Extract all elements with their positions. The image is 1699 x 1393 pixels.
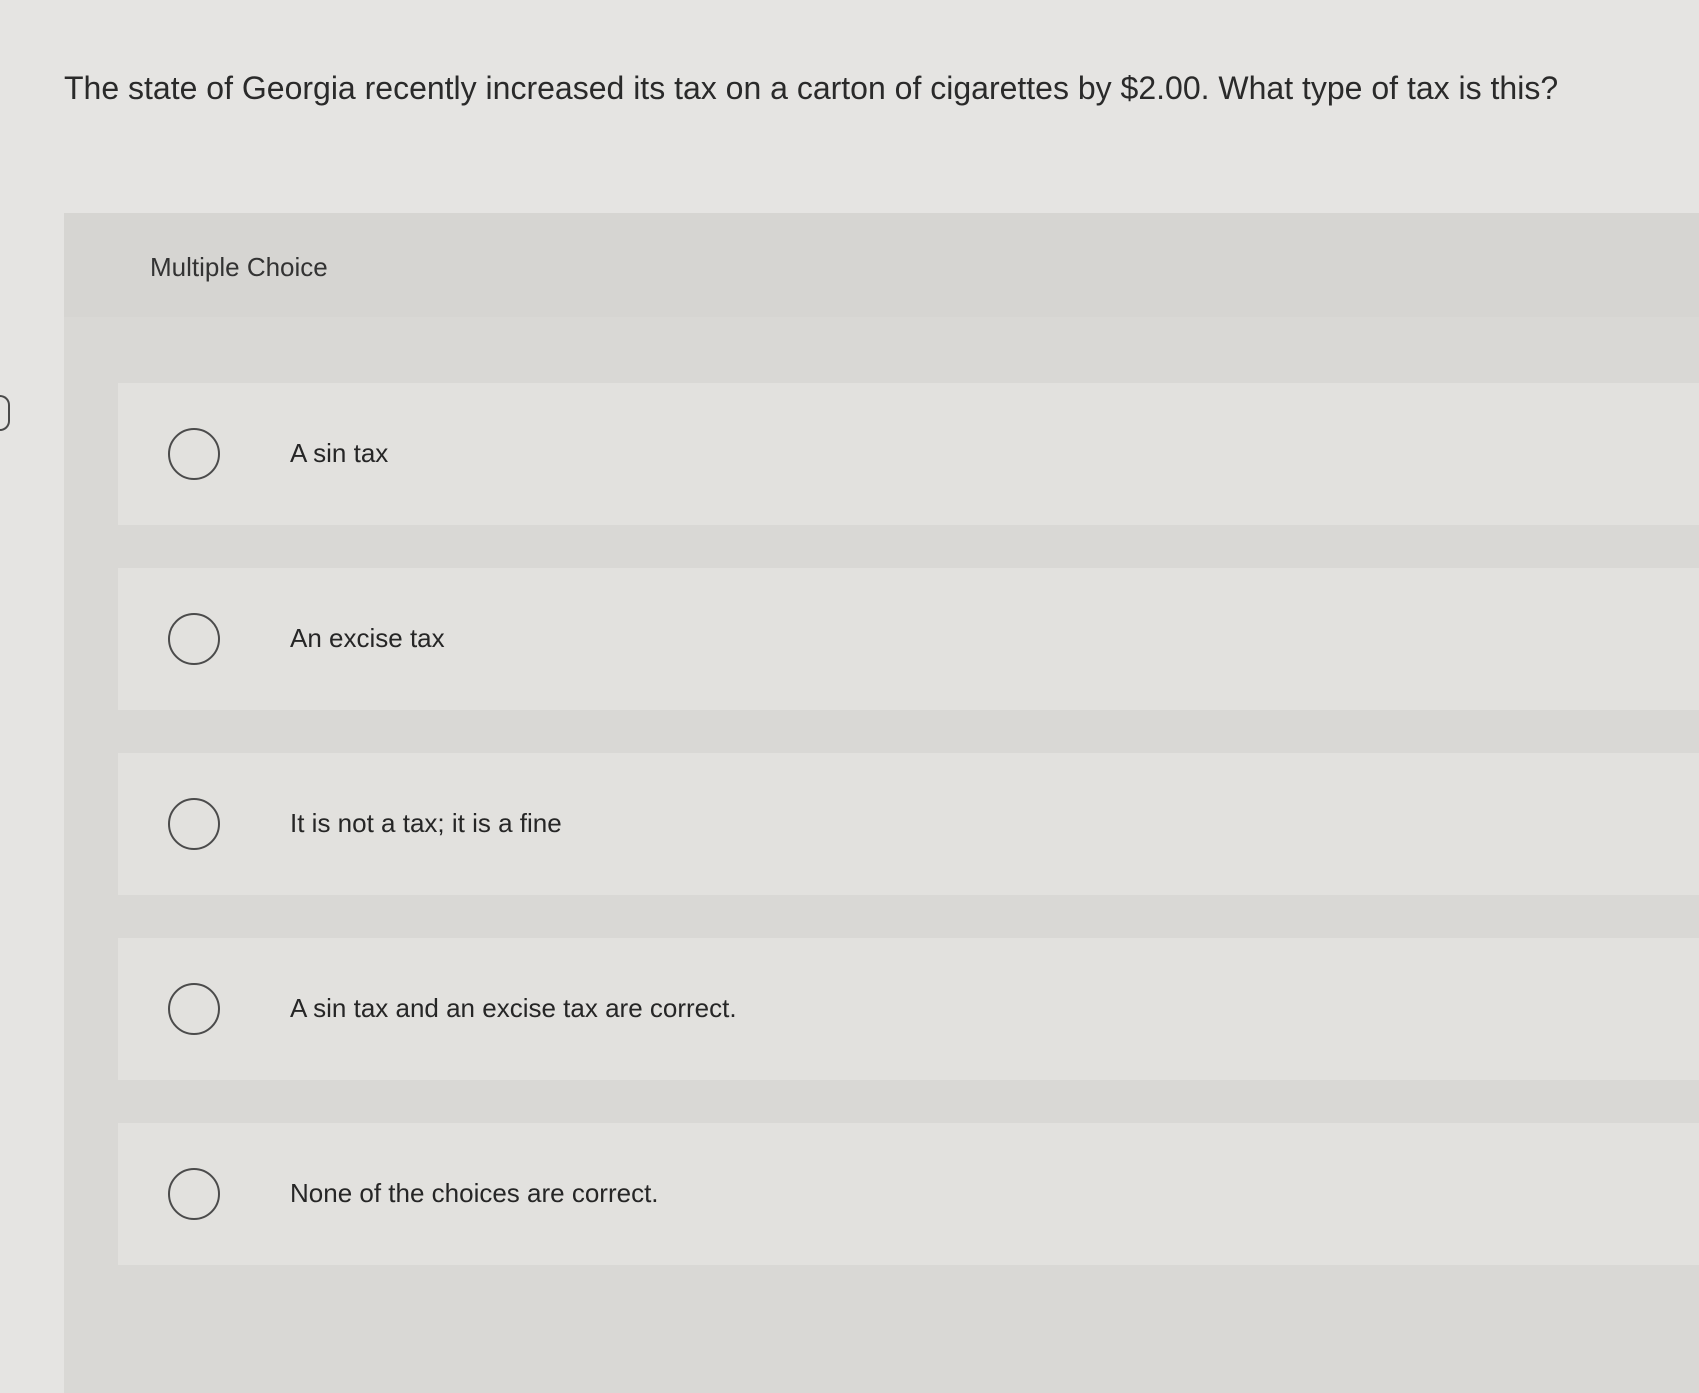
panel-heading: Multiple Choice bbox=[64, 213, 1699, 317]
radio-button-icon[interactable] bbox=[168, 983, 220, 1035]
question-text: The state of Georgia recently increased … bbox=[64, 70, 1559, 106]
radio-button-icon[interactable] bbox=[168, 798, 220, 850]
panel-heading-label: Multiple Choice bbox=[150, 252, 328, 282]
answer-option-1[interactable]: A sin tax bbox=[118, 383, 1699, 525]
radio-button-icon[interactable] bbox=[168, 428, 220, 480]
option-label: A sin tax and an excise tax are correct. bbox=[290, 993, 737, 1023]
option-label: A sin tax bbox=[290, 438, 389, 468]
options-list: A sin tax An excise tax It is not a tax;… bbox=[118, 383, 1699, 1308]
radio-button-icon[interactable] bbox=[168, 1168, 220, 1220]
answer-option-4[interactable]: A sin tax and an excise tax are correct. bbox=[118, 938, 1699, 1080]
option-label: None of the choices are correct. bbox=[290, 1178, 659, 1208]
option-label: An excise tax bbox=[290, 623, 445, 653]
multiple-choice-panel: Multiple Choice A sin tax An excise tax … bbox=[64, 213, 1699, 1393]
answer-option-2[interactable]: An excise tax bbox=[118, 568, 1699, 710]
answer-option-3[interactable]: It is not a tax; it is a fine bbox=[118, 753, 1699, 895]
option-label: It is not a tax; it is a fine bbox=[290, 808, 562, 838]
screen-edge-tab bbox=[0, 395, 10, 431]
radio-button-icon[interactable] bbox=[168, 613, 220, 665]
answer-option-5[interactable]: None of the choices are correct. bbox=[118, 1123, 1699, 1265]
